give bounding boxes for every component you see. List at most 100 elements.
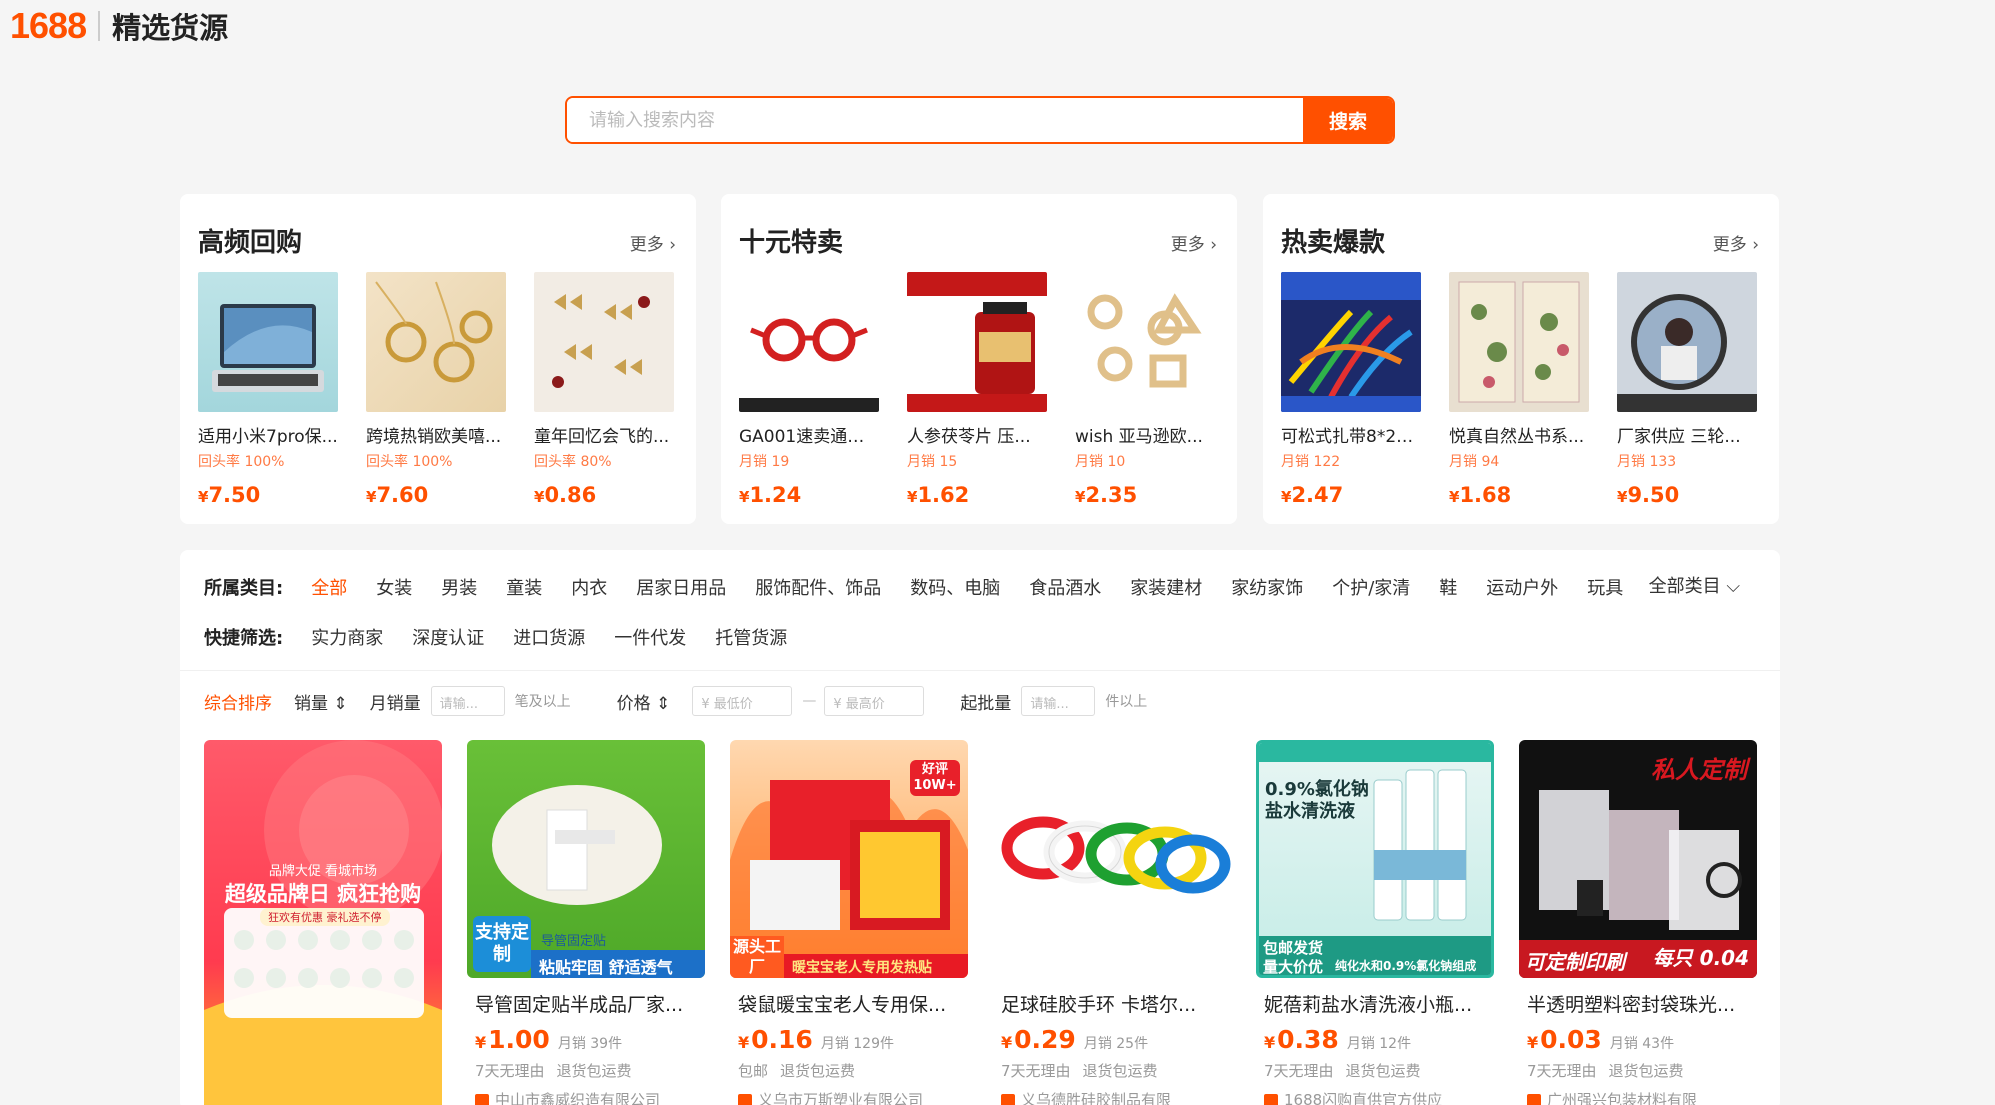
product-image[interactable]: 好评10W+ 源头工厂 暖宝宝老人专用发热贴 [730, 740, 968, 978]
category-option[interactable]: 食品酒水 [1029, 574, 1101, 600]
quick-filter-option[interactable]: 深度认证 [412, 624, 484, 650]
min-price-input[interactable]: ¥ 最低价 [692, 686, 793, 716]
category-option[interactable]: 家纺家饰 [1231, 574, 1303, 600]
product-image[interactable] [907, 272, 1047, 412]
product-image[interactable] [1617, 272, 1757, 412]
more-link[interactable]: 更多 › [1171, 230, 1217, 255]
shop-name[interactable]: 广州强兴包装材料有限 [1519, 1089, 1757, 1105]
product-name[interactable]: wish 亚马逊欧... [1075, 422, 1215, 447]
product-name[interactable]: 可松式扎带8*25... [1281, 422, 1421, 447]
panel-item[interactable]: 可松式扎带8*25... 月销 122 ¥2.47 [1281, 272, 1421, 507]
product-image[interactable]: 支持定制 导管固定贴 粘贴牢固 舒适透气 [467, 740, 705, 978]
panel-item[interactable]: 悦真自然丛书系... 月销 94 ¥1.68 [1449, 272, 1589, 507]
product-card[interactable]: 私人定制 可定制印刷 每只 0.04 半透明塑料密封袋珠光... ¥0.03 月销… [1519, 740, 1757, 1105]
mirror-image [1617, 294, 1757, 412]
search-button[interactable]: 搜索 [1303, 98, 1393, 142]
category-option[interactable]: 个护/家清 [1332, 574, 1410, 600]
product-card[interactable]: 足球硅胶手环 卡塔尔... ¥0.29 月销 25件 7天无理由 退货包运费 义乌德… [993, 740, 1231, 1105]
category-option[interactable]: 运动户外 [1486, 574, 1558, 600]
service-tags: 7天无理由 退货包运费 [1264, 1062, 1421, 1080]
sticker-book-image [1458, 281, 1580, 403]
sort-sales[interactable]: 销量 ⇕ [294, 689, 348, 714]
promo-banner[interactable]: 品牌大促 看城市场 超级品牌日 疯狂抢购 狂欢有优惠 豪礼选不停 [204, 740, 442, 1105]
shop-name[interactable]: 1688闪购直供官方供应 [1256, 1089, 1494, 1105]
max-price-input[interactable]: ¥ 最高价 [824, 686, 925, 716]
panel-item[interactable]: 跨境热销欧美嘻... 回头率 100% ¥7.60 [366, 272, 506, 507]
product-list-section: 所属类目: 全部 女装 男装 童装 内衣 居家日用品 服饰配件、饰品 数码、电脑… [180, 550, 1780, 1105]
category-option[interactable]: 服饰配件、饰品 [755, 574, 881, 600]
category-option[interactable]: 家装建材 [1130, 574, 1202, 600]
category-option[interactable]: 鞋 [1439, 574, 1457, 600]
product-name[interactable]: 适用小米7pro保... [198, 422, 338, 447]
product-image[interactable] [198, 272, 338, 412]
product-name[interactable]: 足球硅胶手环 卡塔尔... [993, 990, 1231, 1017]
shop-name[interactable]: 义乌德胜硅胶制品有限 [993, 1089, 1231, 1105]
monthly-sales: 月销 133 [1617, 454, 1677, 470]
shop-name[interactable]: 义乌市万斯塑业有限公司 [730, 1089, 968, 1105]
quick-filter-option[interactable]: 一件代发 [614, 624, 686, 650]
product-image[interactable]: 0.9%氯化钠盐水清洗液 包邮发货 量大价优 纯化水和0.9%氯化钠组成 [1256, 740, 1494, 978]
product-image[interactable] [534, 272, 674, 412]
monthly-sales: 月销 94 [1449, 454, 1500, 470]
image-top-label: 导管固定贴 [541, 934, 607, 949]
quick-filter-option[interactable]: 实力商家 [311, 624, 383, 650]
logo-divider [98, 11, 101, 41]
search-bar: 搜索 [565, 96, 1395, 144]
product-name[interactable]: 袋鼠暖宝宝老人专用保... [730, 990, 968, 1017]
quick-filter-option[interactable]: 托管货源 [715, 624, 787, 650]
promo-banner-card[interactable]: 品牌大促 看城市场 超级品牌日 疯狂抢购 狂欢有优惠 豪礼选不停 [204, 740, 442, 1105]
panel-title: 十元特卖 [739, 228, 844, 258]
panel-item[interactable]: wish 亚马逊欧... 月销 10 ¥2.35 [1075, 272, 1215, 507]
panel-title: 热卖爆款 [1281, 228, 1386, 258]
promo-top-text: 品牌大促 看城市场 [268, 864, 378, 879]
site-logo[interactable]: 1688 精选货源 [10, 5, 228, 46]
sort-composite[interactable]: 综合排序 [204, 689, 272, 714]
category-option[interactable]: 童装 [506, 574, 542, 600]
product-name[interactable]: 童年回忆会飞的... [534, 422, 674, 447]
image-overlay-text: 粘贴牢固 舒适透气 [531, 950, 705, 978]
panel-item[interactable]: 适用小米7pro保... 回头率 100% ¥7.50 [198, 272, 338, 507]
category-option[interactable]: 内衣 [571, 574, 607, 600]
product-name[interactable]: 跨境热销欧美嘻... [366, 422, 506, 447]
product-image[interactable] [366, 272, 506, 412]
panel-item[interactable]: GA001速卖通平... 月销 19 ¥1.24 [739, 272, 879, 507]
panel-item[interactable]: 厂家供应 三轮... 月销 133 ¥9.50 [1617, 272, 1757, 507]
product-image[interactable] [1449, 272, 1589, 412]
product-card[interactable]: 0.9%氯化钠盐水清洗液 包邮发货 量大价优 纯化水和0.9%氯化钠组成 妮蓓莉… [1256, 740, 1494, 1105]
product-name[interactable]: 人参茯苓片 压... [907, 422, 1047, 447]
monthly-sales: 月销 25件 [1083, 1036, 1149, 1052]
product-card[interactable]: 好评10W+ 源头工厂 暖宝宝老人专用发热贴 袋鼠暖宝宝老人专用保... ¥0.… [730, 740, 968, 1105]
quick-filter-option[interactable]: 进口货源 [513, 624, 585, 650]
panel-item[interactable]: 童年回忆会飞的... 回头率 80% ¥0.86 [534, 272, 674, 507]
category-all[interactable]: 全部 [311, 574, 347, 600]
product-name[interactable]: 半透明塑料密封袋珠光... [1519, 990, 1757, 1017]
service-tags: 7天无理由 退货包运费 [1527, 1062, 1684, 1080]
product-name[interactable]: 妮蓓莉盐水清洗液小瓶... [1256, 990, 1494, 1017]
more-link[interactable]: 更多 › [1713, 230, 1759, 255]
all-categories-dropdown[interactable]: 全部类目 ⌵ [1649, 572, 1740, 598]
product-image[interactable]: 私人定制 可定制印刷 每只 0.04 [1519, 740, 1757, 978]
product-image[interactable] [1075, 272, 1215, 412]
product-name[interactable]: 厂家供应 三轮... [1617, 422, 1757, 447]
panel-item[interactable]: 人参茯苓片 压... 月销 15 ¥1.62 [907, 272, 1047, 507]
category-option[interactable]: 玩具 [1587, 574, 1623, 600]
category-option[interactable]: 数码、电脑 [910, 574, 1000, 600]
product-name[interactable]: 悦真自然丛书系... [1449, 422, 1589, 447]
monthly-sales: 月销 12件 [1346, 1036, 1412, 1052]
product-image[interactable] [993, 740, 1231, 978]
product-image[interactable] [1281, 272, 1421, 412]
product-card[interactable]: 支持定制 导管固定贴 粘贴牢固 舒适透气 导管固定贴半成品厂家... ¥1.00… [467, 740, 705, 1105]
more-link[interactable]: 更多 › [630, 230, 676, 255]
product-name[interactable]: GA001速卖通平... [739, 422, 879, 447]
monthly-sales-input[interactable]: 请输... [430, 686, 505, 716]
sort-price[interactable]: 价格 ⇕ [617, 689, 671, 714]
product-name[interactable]: 导管固定贴半成品厂家... [467, 990, 705, 1017]
product-image[interactable] [739, 272, 879, 412]
category-option[interactable]: 男装 [441, 574, 477, 600]
category-option[interactable]: 女装 [376, 574, 412, 600]
shop-name[interactable]: 中山市鑫威织造有限公司 [467, 1089, 705, 1105]
moq-input[interactable]: 请输... [1021, 686, 1096, 716]
search-input[interactable] [567, 98, 1303, 142]
product-price: ¥1.24 [739, 483, 802, 507]
category-option[interactable]: 居家日用品 [636, 574, 726, 600]
